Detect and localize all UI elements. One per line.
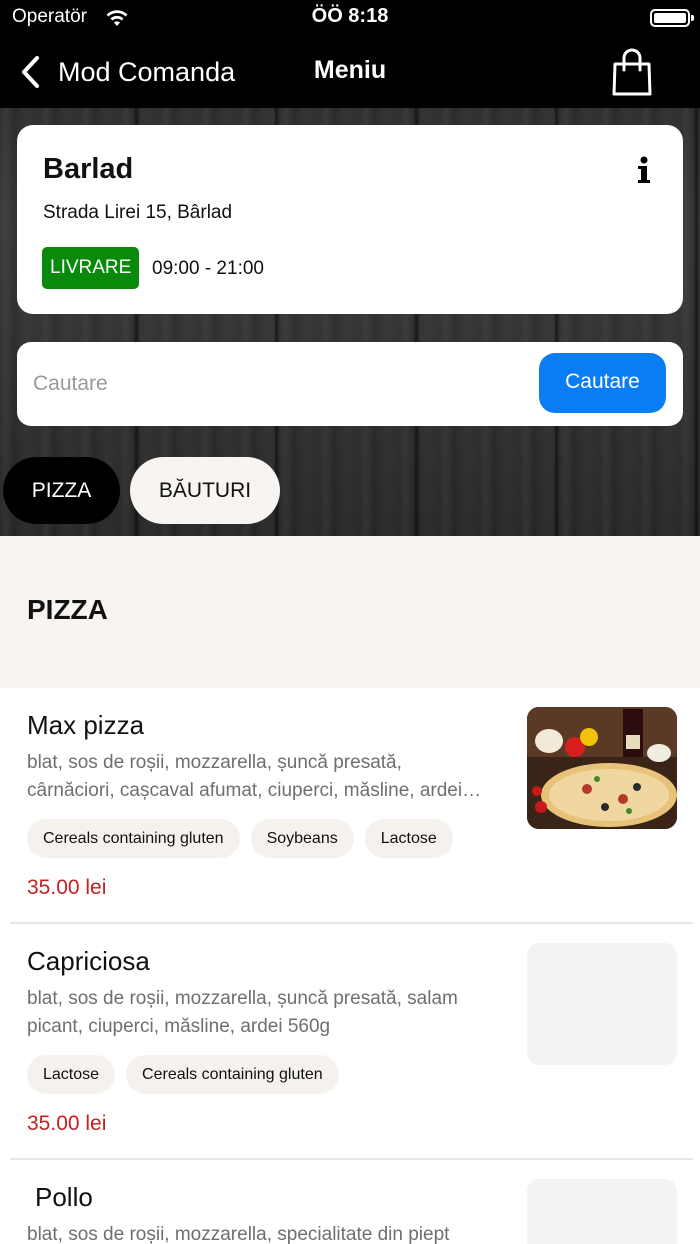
description-line: cârnăciori, cașcaval afumat, ciuperci, m…	[27, 780, 482, 801]
store-hours: 09:00 - 21:00	[152, 258, 264, 279]
nav-bar: Mod Comanda Meniu	[0, 36, 700, 108]
product-price: 35.00 lei	[27, 1112, 107, 1135]
shopping-bag-icon[interactable]	[608, 46, 656, 98]
search-button[interactable]: Cautare	[539, 353, 666, 413]
store-card: Barlad Strada Lirei 15, Bârlad LIVRARE 0…	[17, 125, 683, 314]
product-description: blat, sos de roșii, mozzarella, șuncă pr…	[27, 749, 513, 805]
product-image-placeholder	[527, 1179, 677, 1244]
chevron-left-icon	[22, 56, 39, 88]
product-description: blat, sos de roșii, mozzarella, șuncă pr…	[27, 985, 513, 1041]
allergen-tags: Lactose Cereals containing gluten	[27, 1055, 339, 1094]
product-title: Pollo	[35, 1182, 93, 1212]
section-header: PIZZA	[0, 536, 700, 688]
delivery-badge: LIVRARE	[42, 247, 140, 289]
store-name: Barlad	[43, 153, 134, 185]
back-button[interactable]: Mod Comanda	[18, 50, 235, 94]
allergen-tags: Cereals containing gluten Soybeans Lacto…	[27, 819, 453, 858]
page-title: Meniu	[313, 56, 387, 84]
description-line: blat, sos de roșii, mozzarella, speciali…	[27, 1224, 450, 1244]
pizza-photo	[527, 707, 677, 829]
allergen-tag: Lactose	[27, 1055, 116, 1094]
allergen-tag: Soybeans	[250, 819, 354, 858]
search-box: Cautare	[17, 342, 683, 426]
description-line: blat, sos de roșii, mozzarella, șuncă pr…	[27, 752, 402, 773]
section-title: PIZZA	[27, 594, 108, 625]
product-price: 35.00 lei	[27, 876, 107, 899]
tab-pizza[interactable]: PIZZA	[3, 457, 120, 524]
product-title: Capriciosa	[27, 946, 150, 976]
status-time: ÖÖ 8:18	[311, 5, 389, 27]
search-input[interactable]	[33, 362, 513, 406]
product-item-max-pizza[interactable]: Max pizza blat, sos de roșii, mozzarella…	[0, 688, 700, 924]
tab-bauturi[interactable]: BĂUTURI	[130, 457, 280, 524]
info-icon[interactable]	[633, 155, 655, 185]
description-line: picant, ciuperci, măsline, ardei 560g	[27, 1016, 331, 1037]
product-item-capriciosa[interactable]: Capriciosa blat, sos de roșii, mozzarell…	[0, 924, 700, 1160]
back-label: Mod Comanda	[58, 56, 236, 87]
product-description: blat, sos de roșii, mozzarella, speciali…	[27, 1221, 513, 1244]
battery-icon	[650, 9, 694, 27]
store-address: Strada Lirei 15, Bârlad	[43, 202, 233, 223]
allergen-tag: Cereals containing gluten	[126, 1055, 339, 1094]
product-image-placeholder	[527, 943, 677, 1065]
allergen-tag: Cereals containing gluten	[27, 819, 240, 858]
description-line: blat, sos de roșii, mozzarella, șuncă pr…	[27, 988, 458, 1009]
product-title: Max pizza	[27, 710, 145, 740]
product-item-pollo[interactable]: Pollo blat, sos de roșii, mozzarella, sp…	[0, 1160, 700, 1244]
product-image	[527, 707, 677, 829]
status-bar: Operatör ÖÖ 8:18	[0, 0, 700, 36]
product-list: Max pizza blat, sos de roșii, mozzarella…	[0, 688, 700, 1244]
allergen-tag: Lactose	[364, 819, 453, 858]
